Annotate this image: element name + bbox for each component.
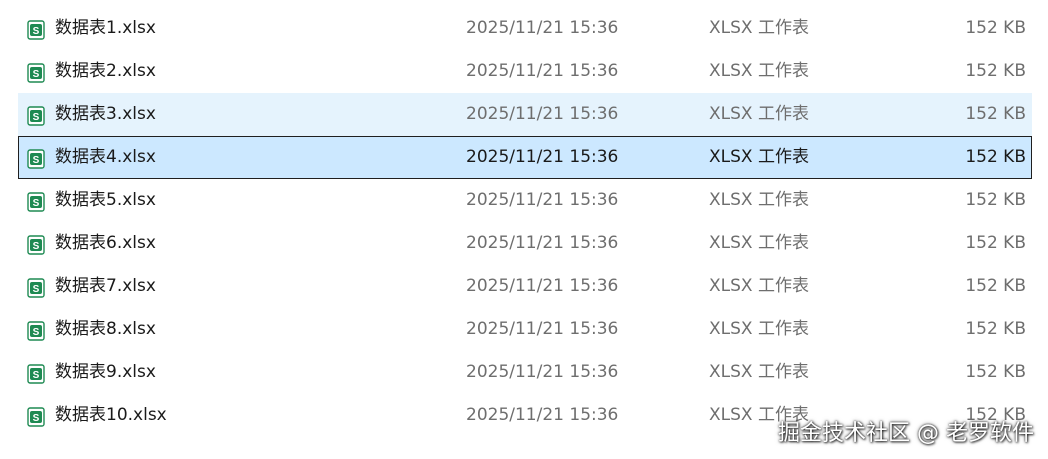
spreadsheet-file-icon: S — [27, 321, 45, 341]
file-modified-date: 2025/11/21 15:36 — [466, 319, 619, 339]
file-row[interactable]: S 数据表9.xlsx 2025/11/21 15:36 XLSX 工作表 15… — [18, 351, 1032, 394]
file-row[interactable]: S 数据表5.xlsx 2025/11/21 15:36 XLSX 工作表 15… — [18, 179, 1032, 222]
file-row[interactable]: S 数据表8.xlsx 2025/11/21 15:36 XLSX 工作表 15… — [18, 308, 1032, 351]
spreadsheet-file-icon: S — [27, 364, 45, 384]
file-row[interactable]: S 数据表2.xlsx 2025/11/21 15:36 XLSX 工作表 15… — [18, 50, 1032, 93]
file-modified-date: 2025/11/21 15:36 — [466, 147, 619, 167]
file-type: XLSX 工作表 — [709, 190, 809, 210]
file-size: 152 KB — [965, 276, 1026, 296]
file-type: XLSX 工作表 — [709, 61, 809, 81]
file-name: 数据表10.xlsx — [55, 405, 167, 425]
file-size: 152 KB — [965, 61, 1026, 81]
file-name: 数据表3.xlsx — [55, 104, 156, 124]
file-row[interactable]: S 数据表7.xlsx 2025/11/21 15:36 XLSX 工作表 15… — [18, 265, 1032, 308]
spreadsheet-file-icon: S — [27, 20, 45, 40]
file-name: 数据表1.xlsx — [55, 18, 156, 38]
file-type: XLSX 工作表 — [709, 104, 809, 124]
file-modified-date: 2025/11/21 15:36 — [466, 276, 619, 296]
file-type: XLSX 工作表 — [709, 319, 809, 339]
file-modified-date: 2025/11/21 15:36 — [466, 104, 619, 124]
file-modified-date: 2025/11/21 15:36 — [466, 190, 619, 210]
svg-text:S: S — [33, 69, 40, 80]
spreadsheet-file-icon: S — [27, 63, 45, 83]
file-type: XLSX 工作表 — [709, 276, 809, 296]
svg-text:S: S — [33, 26, 40, 37]
spreadsheet-file-icon: S — [27, 407, 45, 427]
spreadsheet-file-icon: S — [27, 278, 45, 298]
file-size: 152 KB — [965, 362, 1026, 382]
svg-text:S: S — [33, 413, 40, 424]
spreadsheet-file-icon: S — [27, 192, 45, 212]
svg-text:S: S — [33, 327, 40, 338]
file-name: 数据表8.xlsx — [55, 319, 156, 339]
svg-text:S: S — [33, 241, 40, 252]
spreadsheet-file-icon: S — [27, 235, 45, 255]
file-modified-date: 2025/11/21 15:36 — [466, 405, 619, 425]
watermark: 掘金技术社区 @ 老罗软件 — [778, 421, 1034, 446]
file-row[interactable]: S 数据表3.xlsx 2025/11/21 15:36 XLSX 工作表 15… — [18, 93, 1032, 136]
file-name: 数据表7.xlsx — [55, 276, 156, 296]
file-name: 数据表4.xlsx — [55, 147, 156, 167]
file-modified-date: 2025/11/21 15:36 — [466, 362, 619, 382]
file-size: 152 KB — [965, 319, 1026, 339]
file-size: 152 KB — [965, 104, 1026, 124]
file-size: 152 KB — [965, 18, 1026, 38]
file-list: S 数据表1.xlsx 2025/11/21 15:36 XLSX 工作表 15… — [0, 7, 1048, 437]
file-size: 152 KB — [965, 190, 1026, 210]
file-size: 152 KB — [965, 233, 1026, 253]
file-size: 152 KB — [965, 147, 1026, 167]
spreadsheet-file-icon: S — [27, 106, 45, 126]
svg-text:S: S — [33, 112, 40, 123]
file-type: XLSX 工作表 — [709, 233, 809, 253]
file-modified-date: 2025/11/21 15:36 — [466, 18, 619, 38]
svg-text:S: S — [33, 155, 40, 166]
file-modified-date: 2025/11/21 15:36 — [466, 61, 619, 81]
file-type: XLSX 工作表 — [709, 362, 809, 382]
spreadsheet-file-icon: S — [27, 149, 45, 169]
file-modified-date: 2025/11/21 15:36 — [466, 233, 619, 253]
file-name: 数据表9.xlsx — [55, 362, 156, 382]
svg-text:S: S — [33, 370, 40, 381]
file-type: XLSX 工作表 — [709, 147, 809, 167]
file-name: 数据表2.xlsx — [55, 61, 156, 81]
file-row[interactable]: S 数据表4.xlsx 2025/11/21 15:36 XLSX 工作表 15… — [18, 136, 1032, 179]
file-row[interactable]: S 数据表6.xlsx 2025/11/21 15:36 XLSX 工作表 15… — [18, 222, 1032, 265]
file-name: 数据表6.xlsx — [55, 233, 156, 253]
svg-text:S: S — [33, 198, 40, 209]
file-name: 数据表5.xlsx — [55, 190, 156, 210]
file-type: XLSX 工作表 — [709, 18, 809, 38]
svg-text:S: S — [33, 284, 40, 295]
file-row[interactable]: S 数据表1.xlsx 2025/11/21 15:36 XLSX 工作表 15… — [18, 7, 1032, 50]
